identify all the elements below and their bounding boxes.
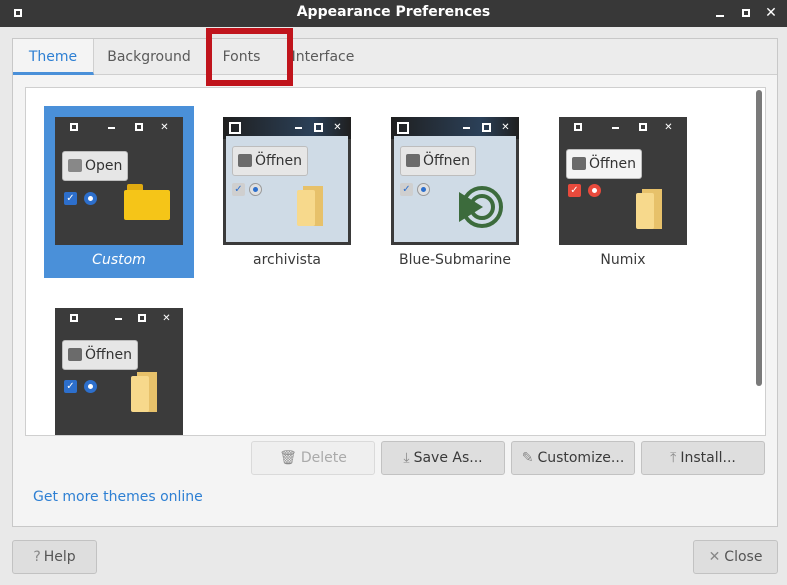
pencil-icon: ✎ <box>521 450 534 466</box>
preview-maximize-icon <box>482 123 491 132</box>
preview-button: Open <box>62 151 129 181</box>
tab-bar: Theme Background Fonts Interface <box>13 28 777 86</box>
theme-name: Numix <box>600 252 646 268</box>
preview-checkbox: ✓ <box>232 183 245 196</box>
preview-minimize-icon <box>611 123 620 132</box>
preview-close-icon: ✕ <box>333 122 342 133</box>
customize-button[interactable]: ✎ Customize... <box>511 441 635 475</box>
folder-icon <box>131 372 157 412</box>
theme-preview: ✕ Öffnen ✓ <box>391 117 519 245</box>
theme-preview: ✕ Open ✓ <box>55 117 183 245</box>
theme-name: archivista <box>252 252 322 268</box>
window-title: Appearance Preferences <box>296 4 491 20</box>
preview-maximize-icon <box>314 123 323 132</box>
preview-close-icon: ✕ <box>160 122 169 133</box>
preview-close-icon: ✕ <box>501 122 510 133</box>
preview-checkbox: ✓ <box>64 380 77 393</box>
theme-preview: ✕ Öffnen ✓ <box>55 308 183 435</box>
open-icon <box>406 154 420 167</box>
preview-maximize-icon <box>138 314 146 322</box>
preview-button: Öffnen <box>400 146 477 176</box>
theme-item-unnamed[interactable]: ✕ Öffnen ✓ <box>44 297 194 435</box>
preview-checkbox: ✓ <box>400 183 413 196</box>
folder-icon <box>124 184 170 220</box>
theme-preview: ✕ Öffnen ✓ <box>559 117 687 245</box>
preview-button: Öffnen <box>232 146 309 176</box>
preview-menu-icon <box>397 122 409 134</box>
tab-theme[interactable]: Theme <box>13 39 94 75</box>
delete-button[interactable]: 🗑 Delete <box>251 441 375 475</box>
preview-radio <box>84 192 97 205</box>
preview-menu-icon <box>70 123 78 131</box>
scrollbar-thumb[interactable] <box>756 90 762 386</box>
close-x-icon: ✕ <box>708 549 721 565</box>
preview-button: Öffnen <box>62 340 139 370</box>
preview-minimize-icon <box>107 123 116 132</box>
theme-item-numix[interactable]: ✕ Öffnen ✓ Numix <box>548 106 698 278</box>
upload-icon <box>68 159 82 172</box>
preview-maximize-icon <box>135 123 143 131</box>
preview-checkbox: ✓ <box>568 184 581 197</box>
upload-icon: ⤒ <box>670 450 677 466</box>
open-icon <box>572 157 586 170</box>
fonts-tab-highlight-box <box>206 28 293 86</box>
play-target-icon <box>459 186 503 228</box>
theme-list[interactable]: ✕ Open ✓ Custom ✕ Öffnen ✓ archivista ✕ … <box>25 87 766 436</box>
minimize-icon[interactable] <box>713 6 727 20</box>
preview-minimize-icon <box>462 123 471 132</box>
install-button[interactable]: ⤒ Install... <box>641 441 765 475</box>
title-bar: Appearance Preferences ✕ <box>0 0 787 27</box>
preview-button: Öffnen <box>566 149 643 179</box>
theme-item-blue-submarine[interactable]: ✕ Öffnen ✓ Blue-Submarine <box>380 106 530 278</box>
help-icon: ? <box>33 549 41 565</box>
preview-close-icon: ✕ <box>162 313 171 324</box>
theme-name: Custom <box>92 252 146 268</box>
preview-menu-icon <box>574 123 582 131</box>
theme-item-custom[interactable]: ✕ Open ✓ Custom <box>44 106 194 278</box>
help-button[interactable]: ? Help <box>12 540 97 574</box>
preview-menu-icon <box>70 314 78 322</box>
theme-name: Blue-Submarine <box>398 252 512 268</box>
trash-icon: 🗑 <box>279 450 297 466</box>
preview-minimize-icon <box>294 123 303 132</box>
open-icon <box>68 348 82 361</box>
save-as-button[interactable]: ⤓ Save As... <box>381 441 505 475</box>
preview-close-icon: ✕ <box>664 122 673 133</box>
close-button[interactable]: ✕ Close <box>693 540 778 574</box>
notebook: Theme Background Fonts Interface ✕ Open … <box>12 28 778 527</box>
folder-icon <box>636 189 662 229</box>
preview-minimize-icon <box>114 314 123 323</box>
preview-maximize-icon <box>639 123 647 131</box>
theme-item-archivista[interactable]: ✕ Öffnen ✓ archivista <box>212 106 362 278</box>
save-icon: ⤓ <box>403 450 410 466</box>
preview-radio <box>588 184 601 197</box>
preview-checkbox: ✓ <box>64 192 77 205</box>
preview-menu-icon <box>229 122 241 134</box>
tab-background[interactable]: Background <box>95 39 203 75</box>
get-more-themes-link[interactable]: Get more themes online <box>33 489 203 505</box>
theme-preview: ✕ Öffnen ✓ <box>223 117 351 245</box>
preview-radio <box>417 183 430 196</box>
preview-radio <box>84 380 97 393</box>
scrollbar[interactable] <box>755 90 762 435</box>
close-icon[interactable]: ✕ <box>764 6 778 20</box>
open-icon <box>238 154 252 167</box>
preview-radio <box>249 183 262 196</box>
folder-icon <box>297 186 323 226</box>
maximize-icon[interactable] <box>739 6 753 20</box>
